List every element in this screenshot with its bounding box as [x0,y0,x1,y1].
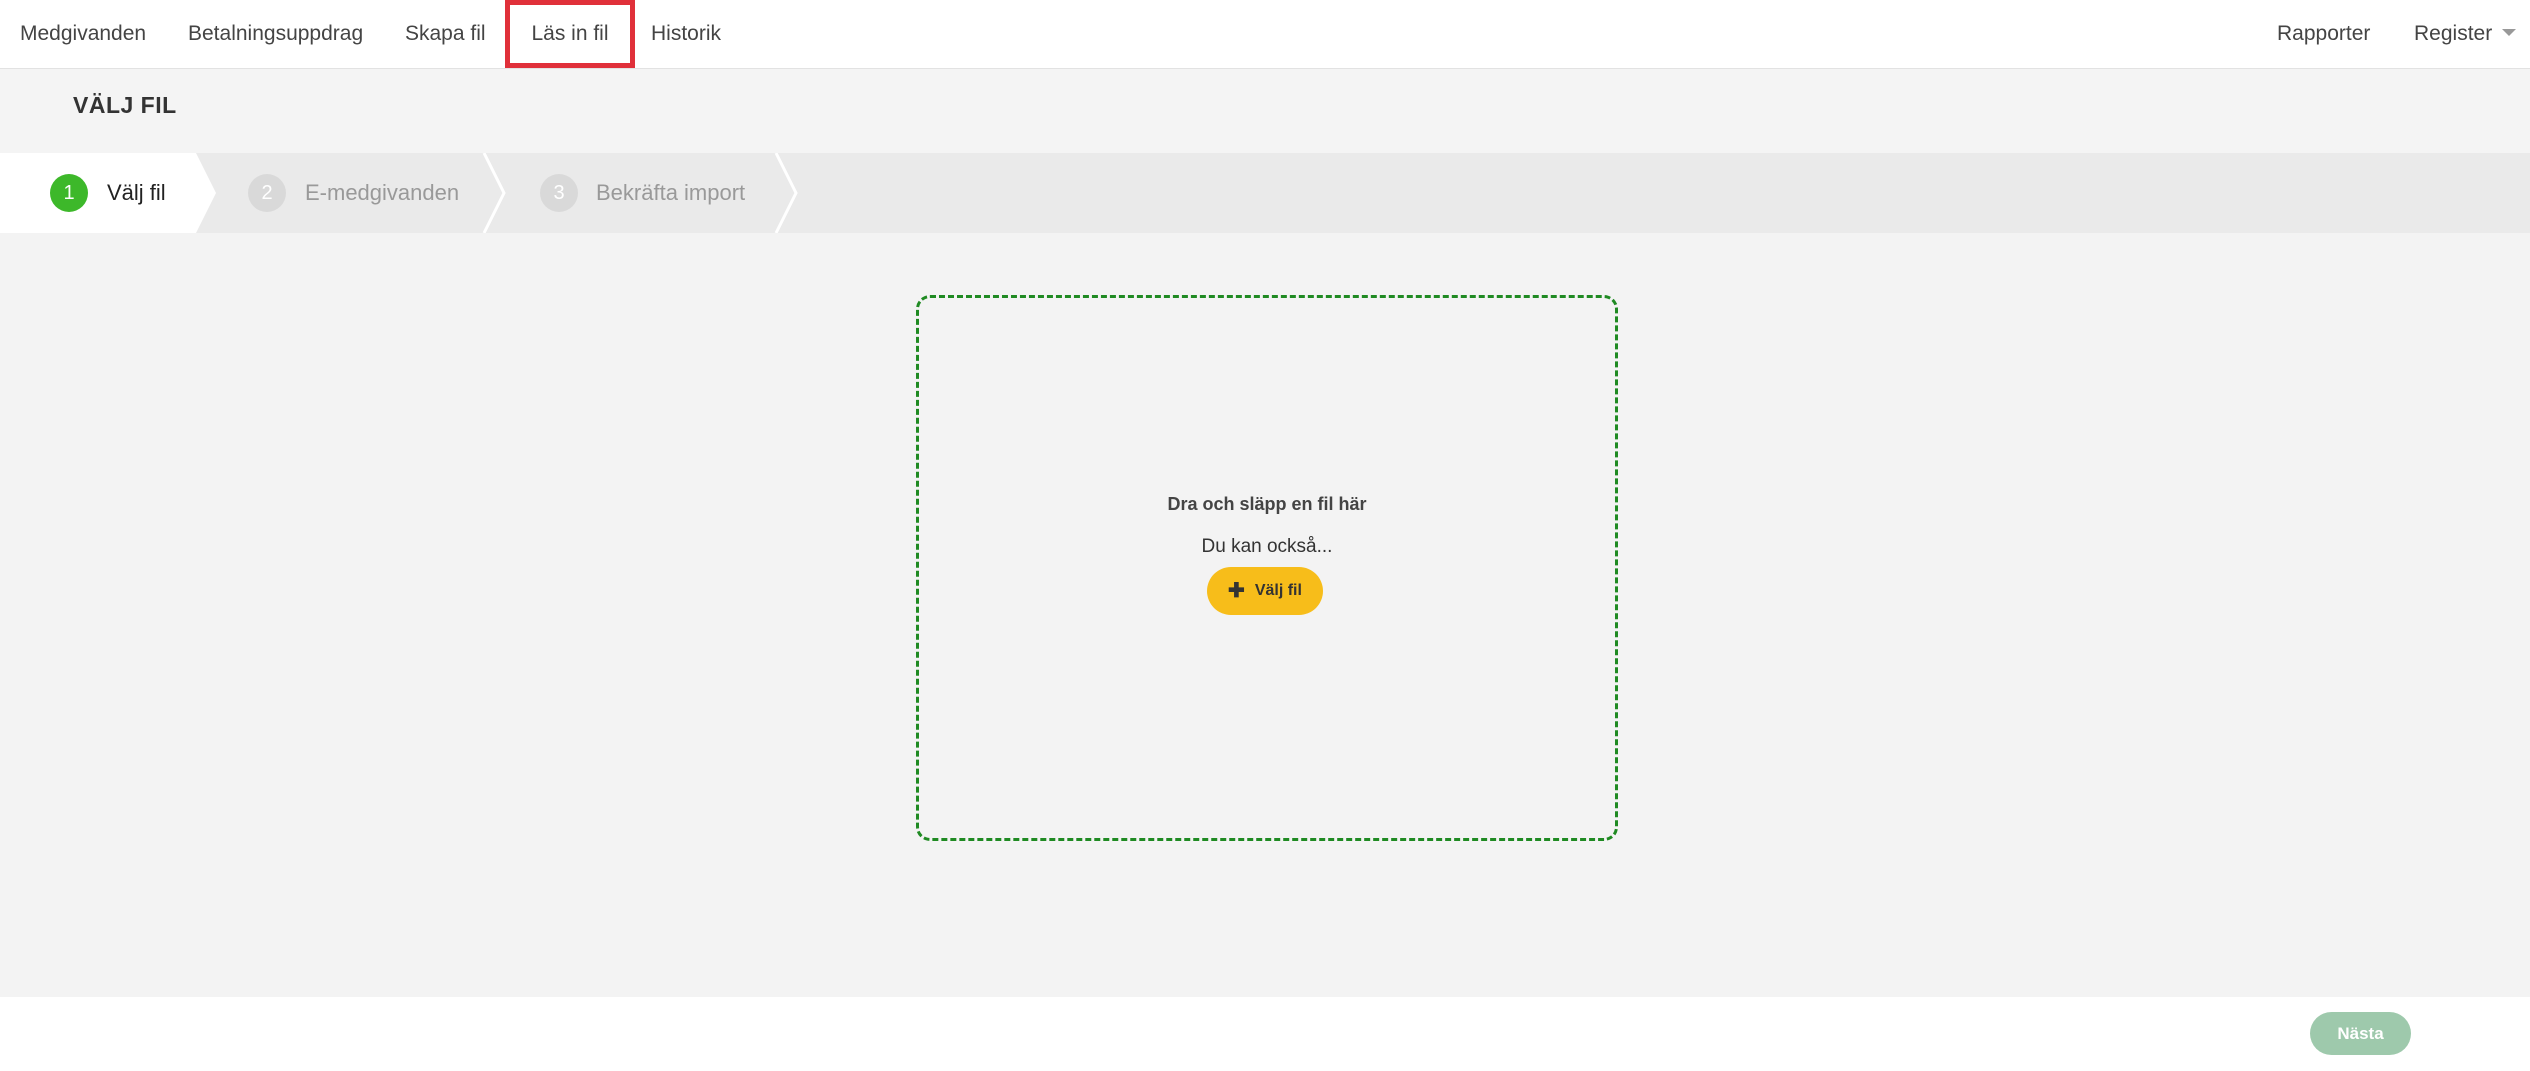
step-2-number: 2 [248,174,286,212]
step-3-number: 3 [540,174,578,212]
nav-item-skapa-fil[interactable]: Skapa fil [405,0,486,68]
step-3-label: Bekräfta import [596,180,746,205]
nav-item-register[interactable]: Register [2414,0,2517,68]
plus-icon: ✚ [1228,580,1245,602]
choose-file-button-label: Välj fil [1254,582,1302,599]
nav-item-las-in-fil[interactable]: Läs in fil [505,0,635,68]
nav-item-medgivanden[interactable]: Medgivanden [20,0,146,68]
nav-item-historik[interactable]: Historik [651,0,721,68]
step-1-label: Välj fil [107,180,166,205]
step-1[interactable]: 1 Välj fil [0,153,216,233]
choose-file-button[interactable]: ✚ Välj fil [1207,567,1323,615]
nav-item-betalningsuppdrag[interactable]: Betalningsuppdrag [188,0,363,68]
top-nav: Medgivanden Betalningsuppdrag Skapa fil … [0,0,2530,69]
nav-item-rapporter[interactable]: Rapporter [2277,0,2370,68]
step-3[interactable]: 3 Bekräfta import [504,153,796,233]
step-2[interactable]: 2 E-medgivanden [216,153,504,233]
step-1-number: 1 [50,174,88,212]
step-2-label: E-medgivanden [305,180,460,205]
footer [0,997,2530,1071]
stepper: 1 Välj fil 2 E-medgivanden 3 Bekräfta im… [0,153,2530,233]
dropzone-subtitle: Du kan också... [1201,536,1333,557]
nav-item-register-label: Register [2414,22,2493,45]
chevron-down-icon [2502,29,2517,37]
dropzone-title: Dra och släpp en fil här [1167,494,1367,514]
file-dropzone[interactable]: Dra och släpp en fil här Du kan också...… [916,295,1618,841]
page-title: VÄLJ FIL [73,92,177,118]
next-button[interactable]: Nästa [2310,1012,2411,1055]
page-header [0,69,2530,153]
